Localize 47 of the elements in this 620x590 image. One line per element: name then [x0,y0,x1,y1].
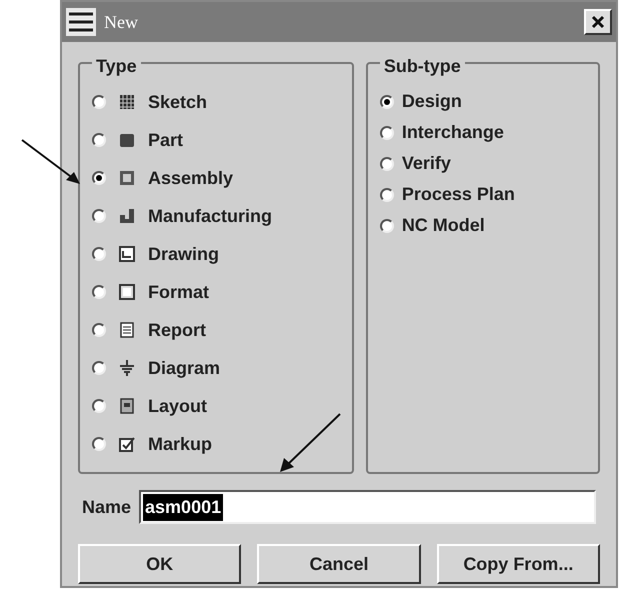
radio-button[interactable] [92,437,106,451]
radio-button[interactable] [92,399,106,413]
layout-icon [118,397,136,415]
radio-label[interactable]: Sketch [148,88,208,116]
frame-icon [118,283,136,301]
name-field[interactable]: asm0001 [139,490,596,524]
radio-button[interactable] [380,126,394,140]
radio-label[interactable]: Assembly [148,164,234,192]
radio-button[interactable] [92,247,106,261]
radio-button[interactable] [380,218,394,232]
name-label: Name [82,496,132,518]
radio-button[interactable] [92,285,106,299]
radio-label[interactable]: Design [402,88,462,115]
radio-button[interactable] [92,133,106,147]
radio-label[interactable]: Part [148,126,184,154]
checkmark-icon [118,435,136,453]
radio-label[interactable]: Format [148,278,210,306]
radio-label[interactable]: Diagram [148,354,220,382]
radio-label[interactable]: Drawing [148,240,220,268]
menu-icon[interactable] [66,8,96,36]
dialog-button[interactable]: OK [78,544,242,584]
radio-label[interactable]: NC Model [402,212,485,239]
radio-button[interactable] [92,209,106,223]
radio-button[interactable] [380,156,394,170]
window-title: New [104,10,139,34]
radio-button[interactable] [92,323,106,337]
dialog-button[interactable]: Copy From... [436,544,600,584]
ground-symbol-icon [118,359,136,377]
radio-label[interactable]: Manufacturing [148,202,272,230]
close-icon [591,15,605,29]
drawing-icon [118,245,136,263]
radio-button[interactable] [380,188,394,202]
radio-label[interactable]: Verify [402,150,451,177]
radio-label[interactable]: Layout [148,392,208,420]
radio-button[interactable] [92,361,106,375]
list-icon [118,321,136,339]
radio-label[interactable]: Report [148,316,206,344]
radio-label[interactable]: Markup [148,430,212,458]
radio-button[interactable] [92,171,106,185]
radio-label[interactable]: Process Plan [402,181,515,208]
dialog-button[interactable]: Cancel [257,544,421,584]
radio-button[interactable] [380,94,394,108]
arrow-icon [20,138,82,186]
close-button[interactable] [584,9,612,35]
radio-button[interactable] [92,95,106,109]
radio-label[interactable]: Interchange [402,119,504,146]
grid-icon [118,93,136,111]
